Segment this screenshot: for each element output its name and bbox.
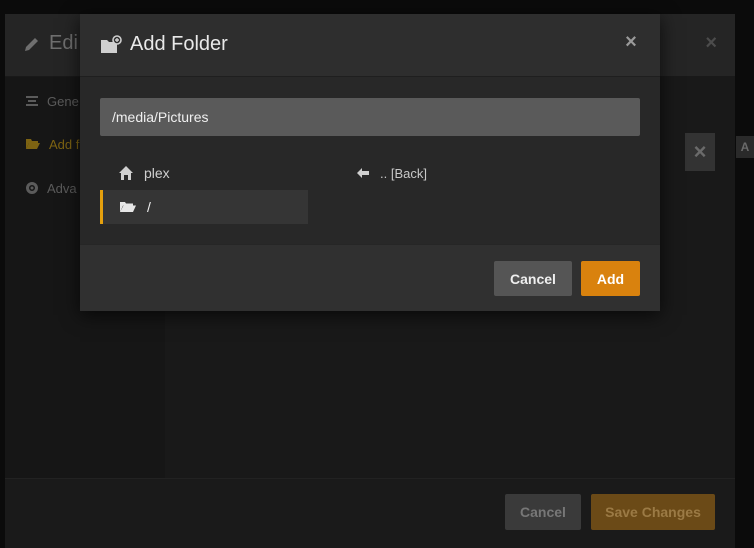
- edit-library-title-text: Edi: [49, 32, 78, 54]
- sidebar-item-advanced[interactable]: Adva: [25, 178, 77, 198]
- sidebar-item-label: Adva: [47, 180, 77, 196]
- gear-icon: [25, 181, 39, 195]
- add-folder-modal: Add Folder × plex / .. [: [80, 14, 660, 311]
- screen: Edi × Gene Add f Adva × Cancel Save Chan…: [0, 0, 754, 548]
- folder-item-label: plex: [144, 165, 170, 181]
- folder-path-input[interactable]: [100, 98, 640, 136]
- sidebar-item-add-folders[interactable]: Add f: [25, 134, 79, 154]
- folder-item-home[interactable]: plex: [118, 156, 170, 190]
- sidebar-item-general[interactable]: Gene: [25, 91, 79, 111]
- home-icon: [118, 165, 134, 181]
- edit-library-title: Edi: [23, 32, 78, 55]
- save-changes-button[interactable]: Save Changes: [591, 494, 715, 530]
- add-folder-title-text: Add Folder: [130, 33, 228, 55]
- list-icon: [25, 94, 39, 108]
- sidebar-item-label: Add f: [49, 136, 80, 152]
- add-folder-header: Add Folder ×: [80, 14, 660, 77]
- arrow-left-icon: [356, 167, 370, 179]
- edit-library-cancel-button[interactable]: Cancel: [505, 494, 581, 530]
- folder-open-icon: [25, 137, 41, 151]
- folder-add-icon: [100, 34, 122, 55]
- browse-button-partial[interactable]: A: [736, 136, 754, 158]
- folder-item-label: /: [147, 199, 151, 215]
- add-button[interactable]: Add: [581, 261, 640, 296]
- folder-item-back[interactable]: .. [Back]: [356, 156, 427, 190]
- add-folder-footer: [80, 244, 660, 311]
- close-icon[interactable]: ×: [622, 32, 640, 52]
- folder-browser: plex / .. [Back]: [100, 154, 640, 244]
- add-folder-title: Add Folder: [100, 33, 228, 56]
- pencil-icon: [23, 35, 41, 53]
- edit-library-close-icon[interactable]: ×: [705, 32, 717, 55]
- sidebar-item-label: Gene: [47, 93, 79, 109]
- folder-item-root[interactable]: /: [100, 190, 308, 224]
- folder-item-label: .. [Back]: [380, 165, 427, 181]
- remove-folder-icon[interactable]: ×: [685, 133, 715, 171]
- cancel-button[interactable]: Cancel: [494, 261, 572, 296]
- folder-open-icon: [119, 200, 137, 214]
